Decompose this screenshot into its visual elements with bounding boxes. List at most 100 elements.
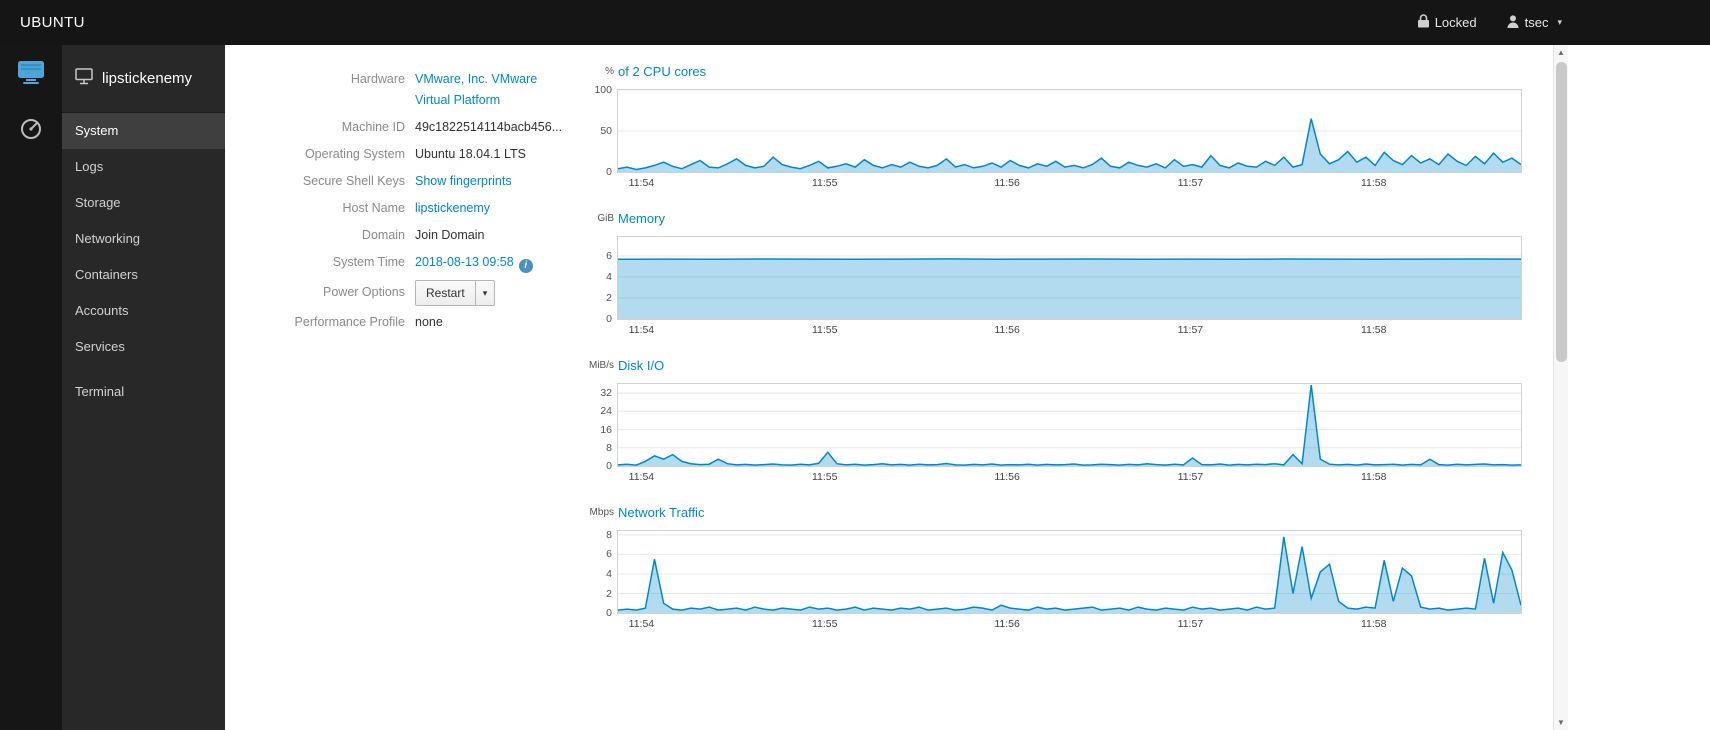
disk-io-chart-title-link[interactable]: Disk I/O <box>618 358 664 373</box>
join-domain-link[interactable]: Join Domain <box>415 225 484 246</box>
x-tick-label: 11:57 <box>1177 618 1204 630</box>
sidebar-item-logs[interactable]: Logs <box>62 149 225 185</box>
network-plot <box>617 530 1522 614</box>
disk-io-y-axis: 0 8 16 24 32 <box>590 383 617 472</box>
user-icon <box>1507 14 1519 31</box>
brand-ubuntu: UBUNTU <box>20 14 85 31</box>
x-tick-label: 11:57 <box>1177 324 1204 336</box>
disk-io-unit-label: MiB/s <box>589 360 614 371</box>
topbar: UBUNTU Locked tsec ▾ <box>0 0 1710 45</box>
chart-svg <box>618 255 1521 319</box>
machines-nav-button[interactable] <box>0 59 62 90</box>
y-tick-label: 0 <box>606 460 612 472</box>
sidebar: lipstickenemy System Logs Storage Networ… <box>62 45 225 730</box>
memory-plot <box>617 236 1522 320</box>
network-unit-label: Mbps <box>589 507 614 518</box>
x-tick-label: 11:55 <box>811 324 838 336</box>
host-name-label: Host Name <box>342 201 405 215</box>
cpu-chart-title-link[interactable]: of 2 CPU cores <box>618 64 706 79</box>
memory-unit-label: GiB <box>597 213 614 224</box>
host-name-link[interactable]: lipstickenemy <box>415 201 490 215</box>
y-tick-label: 6 <box>606 548 612 561</box>
x-tick-label: 11:58 <box>1360 177 1387 189</box>
memory-chart-title-link[interactable]: Memory <box>618 211 665 226</box>
sidebar-item-terminal[interactable]: Terminal <box>62 374 225 410</box>
y-tick-label: 100 <box>594 84 612 96</box>
locked-label: Locked <box>1434 15 1477 30</box>
system-time-label: System Time <box>332 255 405 269</box>
os-value: Ubuntu 18.04.1 LTS <box>415 147 526 161</box>
host-server-icon <box>75 68 93 89</box>
host-name: lipstickenemy <box>102 70 193 87</box>
cpu-chart: % of 2 CPU cores 0 50 100 11:54 11:55 11:56 1… <box>590 63 1524 210</box>
cpu-plot <box>617 89 1522 173</box>
x-tick-label: 11:57 <box>1177 177 1204 189</box>
scroll-down-arrow[interactable]: ▼ <box>1554 718 1568 727</box>
chart-svg <box>618 385 1521 466</box>
gauge-icon <box>19 117 43 146</box>
show-fingerprints-link[interactable]: Show fingerprints <box>415 174 512 188</box>
x-tick-label: 11:55 <box>811 177 838 189</box>
os-label: Operating System <box>304 147 405 161</box>
chart-svg <box>618 534 1521 613</box>
x-tick-label: 11:56 <box>994 471 1020 483</box>
disk-io-chart: MiB/s Disk I/O 0 8 16 24 32 11:54 11:55 11:56 1… <box>589 357 1524 504</box>
topbar-right: Locked tsec ▾ <box>1417 0 1562 45</box>
x-tick-label: 11:56 <box>994 177 1020 189</box>
y-tick-label: 16 <box>600 423 612 436</box>
y-tick-label: 8 <box>606 441 612 454</box>
scroll-thumb[interactable] <box>1556 62 1567 362</box>
server-icon <box>17 59 45 90</box>
x-tick-label: 11:58 <box>1360 324 1387 336</box>
lock-icon <box>1417 14 1429 31</box>
y-tick-label: 0 <box>606 313 612 325</box>
network-traffic-chart-title-link[interactable]: Network Traffic <box>618 505 704 520</box>
system-page: Hardware VMware, Inc. VMware Virtual Pla… <box>225 45 1553 730</box>
scroll-up-arrow[interactable]: ▲ <box>1554 48 1568 57</box>
y-tick-label: 24 <box>600 405 612 418</box>
info-icon[interactable]: i <box>518 259 533 273</box>
y-tick-label: 50 <box>600 125 612 137</box>
y-tick-label: 2 <box>606 292 612 304</box>
memory-chart: GiB Memory 0246 11:54 11:55 11:56 11:57 11:5… <box>590 210 1524 357</box>
ssh-keys-row: Secure Shell Keys Show fingerprints <box>225 171 590 192</box>
locked-indicator[interactable]: Locked <box>1417 14 1477 31</box>
user-menu[interactable]: tsec ▾ <box>1507 14 1562 31</box>
host-header[interactable]: lipstickenemy <box>62 45 225 113</box>
y-tick-label: 6 <box>606 249 612 262</box>
vertical-scrollbar[interactable]: ▲ ▼ <box>1553 45 1568 730</box>
host-name-row: Host Name lipstickenemy <box>225 198 590 219</box>
sidebar-item-system[interactable]: System <box>62 113 225 149</box>
sidebar-item-services[interactable]: Services <box>62 329 225 365</box>
sidebar-item-networking[interactable]: Networking <box>62 221 225 257</box>
memory-y-axis: 0 2 4 6 <box>590 236 617 325</box>
performance-profile-row: Performance Profile none <box>225 312 590 333</box>
machine-id-row: Machine ID 49c1822514114bacb456... <box>225 117 590 138</box>
system-time-link[interactable]: 2018-08-13 09:58 <box>415 255 514 269</box>
disk-io-x-axis: 11:54 11:55 11:56 11:57 11:58 <box>617 467 1522 485</box>
y-tick-label: 4 <box>606 270 612 283</box>
hardware-label: Hardware <box>350 72 405 86</box>
hardware-link[interactable]: VMware, Inc. VMware Virtual Platform <box>415 72 537 107</box>
dashboard-nav-button[interactable] <box>0 117 62 146</box>
sidebar-item-storage[interactable]: Storage <box>62 185 225 221</box>
user-label: tsec <box>1524 15 1549 30</box>
restart-button[interactable]: Restart <box>415 280 476 306</box>
x-tick-label: 11:56 <box>994 618 1020 630</box>
y-tick-label: 0 <box>606 607 612 619</box>
sidebar-item-containers[interactable]: Containers <box>62 257 225 293</box>
machine-id-label: Machine ID <box>341 120 405 134</box>
os-row: Operating System Ubuntu 18.04.1 LTS <box>225 144 590 165</box>
memory-x-axis: 11:54 11:55 11:56 11:57 11:58 <box>617 320 1522 338</box>
network-x-axis: 11:54 11:55 11:56 11:57 11:58 <box>617 614 1522 632</box>
performance-profile-label: Performance Profile <box>294 315 405 329</box>
x-tick-label: 11:54 <box>628 177 655 189</box>
x-tick-label: 11:56 <box>994 324 1020 336</box>
x-tick-label: 11:55 <box>811 471 838 483</box>
power-options-caret-button[interactable]: ▾ <box>475 280 496 306</box>
y-tick-label: 8 <box>606 528 612 541</box>
system-info: Hardware VMware, Inc. VMware Virtual Pla… <box>225 69 590 339</box>
sidebar-item-accounts[interactable]: Accounts <box>62 293 225 329</box>
domain-row: Domain Join Domain <box>225 225 590 246</box>
y-tick-label: 0 <box>606 166 612 178</box>
